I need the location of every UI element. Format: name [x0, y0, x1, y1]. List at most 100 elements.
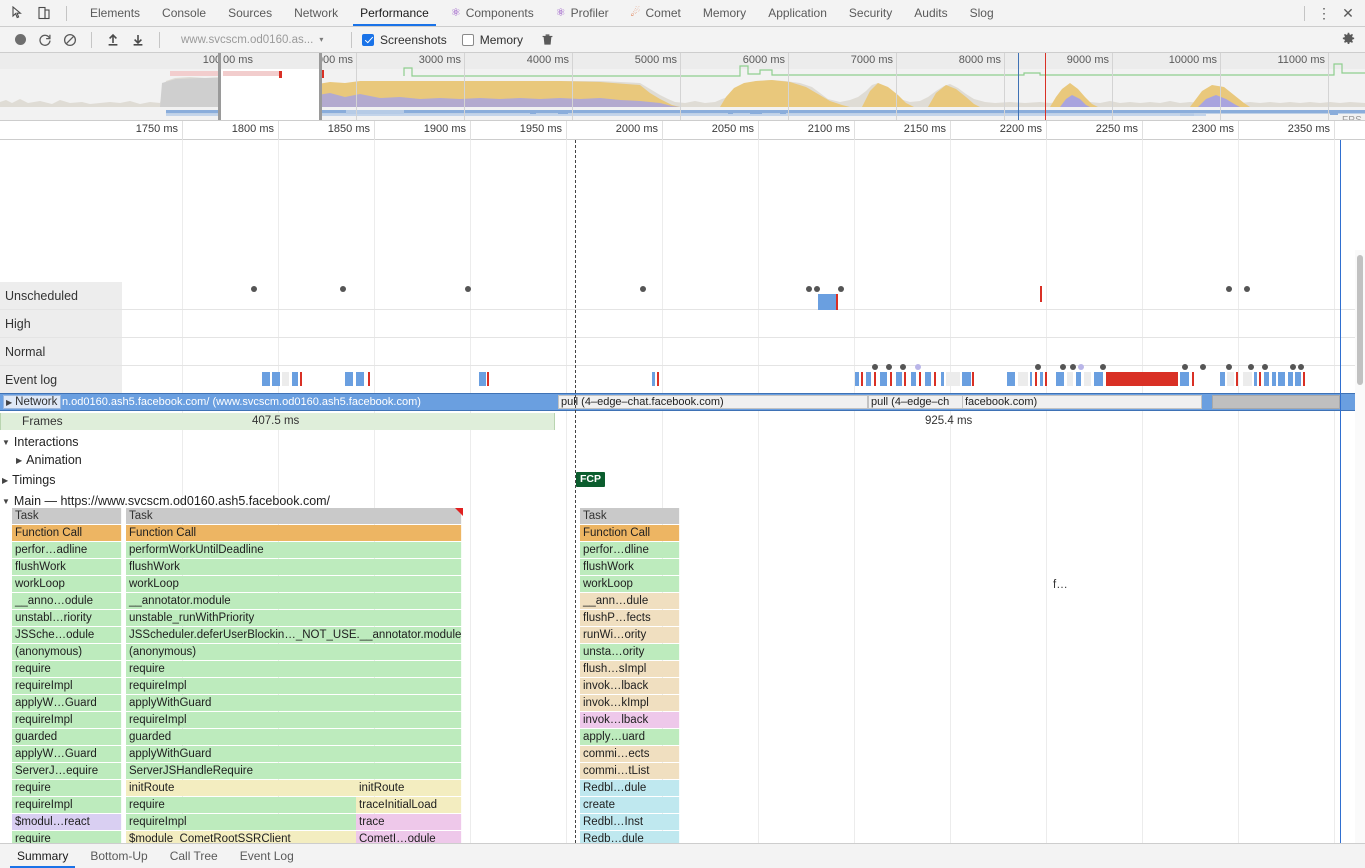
flame-bar-fragment[interactable]: [1190, 661, 1198, 677]
flame-bar-fragment[interactable]: [1288, 525, 1299, 541]
flame-bar-fragment[interactable]: [1163, 780, 1172, 796]
flame-bar-fragment[interactable]: [911, 542, 920, 558]
flame-bar-fragment[interactable]: [969, 746, 978, 762]
flame-bar-fragment[interactable]: [983, 695, 985, 711]
flame-bar-fragment[interactable]: [488, 542, 494, 558]
flame-bar-fragment[interactable]: [703, 661, 711, 677]
flame-bar-fragment[interactable]: [1044, 593, 1048, 609]
flame-bar-fragment[interactable]: [842, 814, 853, 830]
flame-bar-fragment[interactable]: [1125, 593, 1130, 609]
flame-bar-fragment[interactable]: [867, 593, 871, 609]
flame-bar-fragment[interactable]: [508, 610, 518, 626]
flame-bar-fragment[interactable]: [1286, 644, 1294, 660]
flame-bar-fragment[interactable]: [1088, 610, 1099, 626]
flame-bar-fragment[interactable]: [1294, 746, 1300, 762]
flame-bar-fragment[interactable]: [960, 763, 970, 779]
flame-bar-fragment[interactable]: [511, 831, 517, 843]
flame-bar-fragment[interactable]: [693, 746, 699, 762]
flame-bar-fragment[interactable]: [922, 746, 931, 762]
flame-bar-fragment[interactable]: [1304, 797, 1312, 813]
flame-bar-fragment[interactable]: [1204, 542, 1215, 558]
flame-bar-fragment[interactable]: [934, 559, 941, 575]
flame-bar-fragment[interactable]: [1151, 763, 1157, 779]
flame-bar-fragment[interactable]: [715, 780, 721, 796]
flame-bar-fragment[interactable]: [1179, 576, 1183, 592]
flame-bar-fragment[interactable]: [1105, 559, 1113, 575]
flame-bar-fragment[interactable]: [988, 559, 995, 575]
flame-bar-fragment[interactable]: [1177, 661, 1180, 677]
flame-bar-fragment[interactable]: [1014, 525, 1020, 541]
flame-bar-fragment[interactable]: [918, 678, 922, 694]
flame-bar-fragment[interactable]: [1180, 797, 1184, 813]
flame-bar-fragment[interactable]: [1218, 593, 1226, 609]
flame-bar-fragment[interactable]: [1230, 610, 1232, 626]
flame-bar-fragment[interactable]: [1051, 593, 1059, 609]
flame-bar-fragment[interactable]: [948, 576, 951, 592]
flame-bar-fragment[interactable]: [956, 729, 960, 745]
flame-bar-fragment[interactable]: [548, 831, 555, 843]
flame-bar-fragment[interactable]: [551, 797, 562, 813]
flame-bar-fragment[interactable]: [785, 763, 793, 779]
flame-bar-fragment[interactable]: [951, 695, 956, 711]
flame-bar-fragment[interactable]: [1236, 559, 1238, 575]
flame-bar-fragment[interactable]: [1076, 763, 1086, 779]
flame-bar-fragment[interactable]: [1290, 559, 1298, 575]
flame-bar-fragment[interactable]: [1122, 831, 1128, 843]
event-dot[interactable]: [1226, 364, 1232, 370]
flame-bar-fragment[interactable]: [559, 542, 569, 558]
flame-bar-fragment[interactable]: [1285, 627, 1296, 643]
flame-bar-fragment[interactable]: [998, 797, 1005, 813]
flame-bar-fragment[interactable]: [827, 797, 830, 813]
flame-bar-fragment[interactable]: [749, 712, 753, 728]
flame-bar-fragment[interactable]: [1219, 559, 1221, 575]
flame-bar-fragment[interactable]: [1006, 610, 1013, 626]
flame-bar[interactable]: applyWithGuard: [126, 695, 462, 711]
flame-bar-fragment[interactable]: [1049, 644, 1057, 660]
flame-bar-fragment[interactable]: [542, 610, 548, 626]
flame-bar-fragment[interactable]: [969, 559, 972, 575]
flame-bar-fragment[interactable]: [1279, 712, 1283, 728]
tab-comet[interactable]: ☄ Comet: [620, 0, 692, 26]
flame-bar-fragment[interactable]: [1274, 644, 1277, 660]
flame-bar-fragment[interactable]: [900, 627, 911, 643]
flame-bar-fragment[interactable]: [1234, 525, 1242, 541]
flame-bar-fragment[interactable]: [468, 678, 476, 694]
flame-bar-fragment[interactable]: [1262, 746, 1273, 762]
event-log-bar[interactable]: [880, 372, 887, 386]
flame-bar-fragment[interactable]: [913, 610, 923, 626]
flame-bar-fragment[interactable]: [740, 712, 747, 728]
flame-bar-fragment[interactable]: [1006, 678, 1017, 694]
flame-bar-fragment[interactable]: [1183, 729, 1186, 745]
flame-bar-fragment[interactable]: [522, 576, 531, 592]
flame-bar-fragment[interactable]: [779, 661, 789, 677]
flame-bar-fragment[interactable]: [1282, 763, 1292, 779]
flame-bar-fragment[interactable]: [802, 678, 812, 694]
flame-bar-fragment[interactable]: [721, 695, 723, 711]
flame-bar-fragment[interactable]: [963, 576, 974, 592]
flame-bar-fragment[interactable]: [1292, 593, 1299, 609]
flame-bar-fragment[interactable]: [1173, 763, 1175, 779]
flame-bar-fragment[interactable]: [1205, 610, 1214, 626]
flame-bar-fragment[interactable]: [1043, 661, 1051, 677]
flame-bar-fragment[interactable]: [691, 542, 698, 558]
flame-bar-fragment[interactable]: [802, 525, 809, 541]
flame-bar-fragment[interactable]: [1269, 729, 1275, 745]
flame-bar-fragment[interactable]: [1209, 661, 1213, 677]
flame-bar-fragment[interactable]: [812, 610, 818, 626]
flame-bar-fragment[interactable]: [1159, 525, 1161, 541]
flame-bar-fragment[interactable]: [1301, 576, 1305, 592]
flame-bar-fragment[interactable]: [1071, 763, 1074, 779]
flame-bar-fragment[interactable]: [482, 661, 493, 677]
flame-bar-fragment[interactable]: [525, 695, 535, 711]
flame-bar-fragment[interactable]: [1229, 763, 1239, 779]
flame-bar-fragment[interactable]: [515, 729, 520, 745]
flame-bar[interactable]: unsta…ority: [580, 644, 680, 660]
flame-bar-fragment[interactable]: [942, 644, 952, 660]
flame-bar-fragment[interactable]: [1116, 763, 1124, 779]
flame-bar-fragment[interactable]: [1023, 695, 1028, 711]
event-dot[interactable]: [1248, 364, 1254, 370]
flame-bar-fragment[interactable]: [998, 542, 1003, 558]
flame-bar-fragment[interactable]: [795, 610, 800, 626]
flame-bar-fragment[interactable]: [1284, 797, 1288, 813]
flame-bar-fragment[interactable]: [950, 729, 954, 745]
